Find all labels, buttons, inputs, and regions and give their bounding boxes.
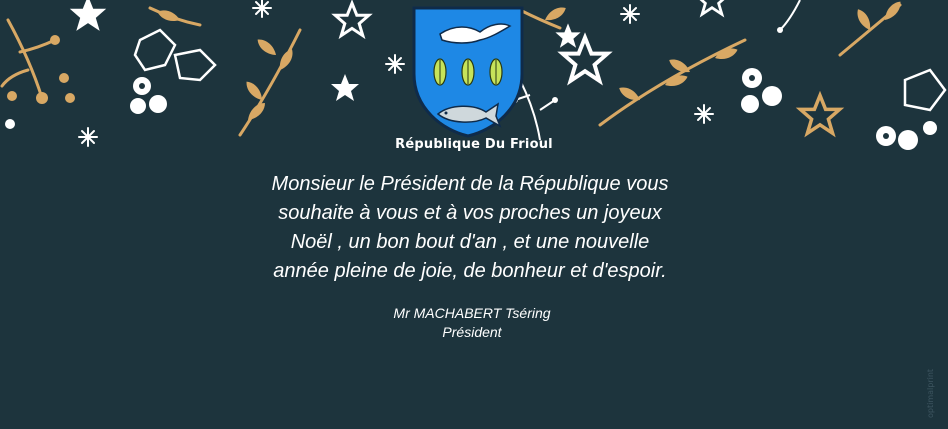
greeting-message: Monsieur le Président de la République v… [180,170,760,286]
coat-of-arms [412,6,524,138]
signature-name: Mr MACHABERT Tséring [393,305,551,321]
outline-star-icon [798,93,842,135]
watermark: optimalprint [924,360,938,420]
signature: Mr MACHABERT Tséring Président [0,304,944,342]
message-line: souhaite à vous et à vos proches un joye… [278,202,662,224]
cicada-icon [489,58,503,86]
message-line: Noël , un bon bout d'an , et une nouvell… [290,231,650,253]
holly-leaf-icon [133,28,947,112]
republic-name: République Du Frioul [395,137,553,152]
cicada-icon [461,58,475,86]
signature-title: Président [442,324,502,340]
message-line: année pleine de joie, de bonheur et d'es… [273,260,667,282]
greeting-card: République Du Frioul Monsieur le Préside… [0,0,948,429]
cicada-icon [433,58,447,86]
message-line: Monsieur le Président de la République v… [271,173,669,195]
snowflake-icon [78,0,714,147]
watermark-text: optimalprint [926,368,935,418]
